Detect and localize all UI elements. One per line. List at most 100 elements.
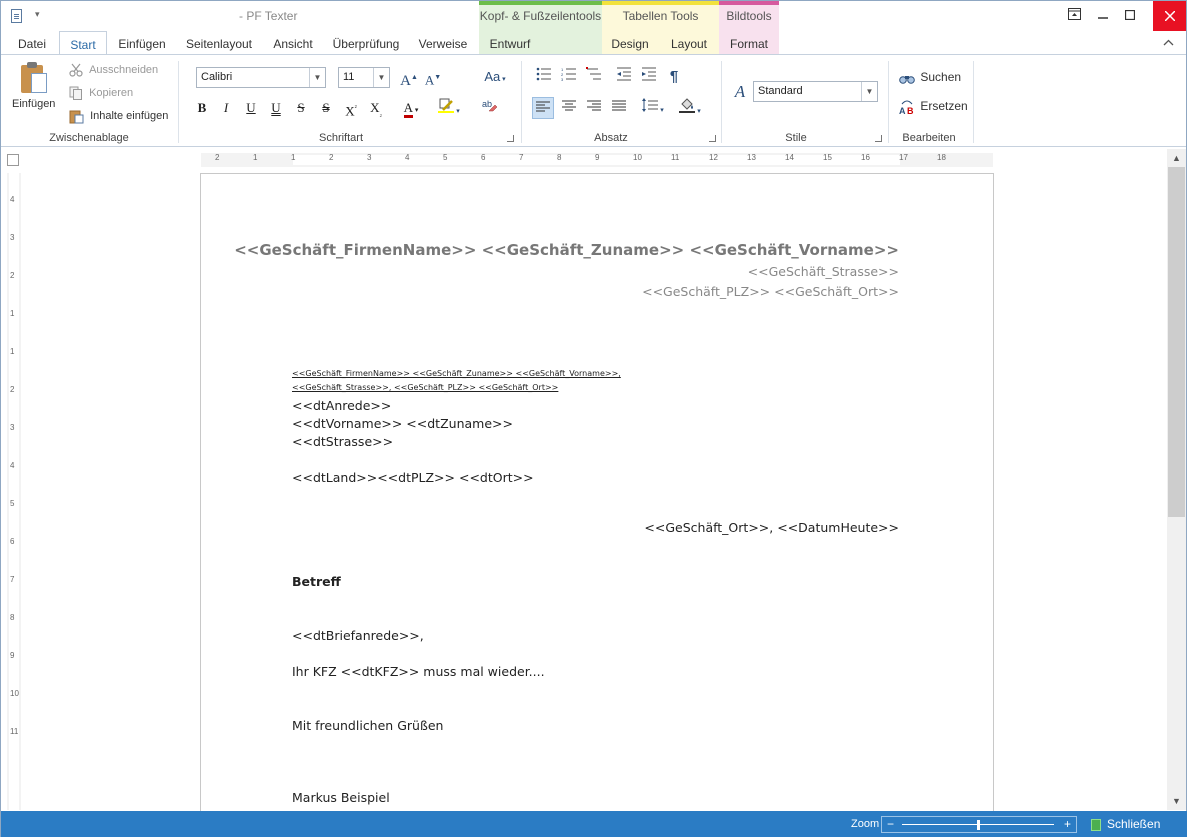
paste-content-button[interactable]: Inhalte einfügen — [69, 109, 168, 124]
ruler-tick-label: 2 — [215, 153, 220, 162]
vertical-scrollbar[interactable]: ▲ ▼ — [1167, 149, 1186, 810]
ribbon-display-options-button[interactable] — [1061, 1, 1088, 31]
zoom-label: Zoom — [851, 818, 880, 830]
underline-button[interactable]: U — [241, 98, 261, 118]
scroll-down-icon[interactable]: ▼ — [1167, 792, 1186, 810]
multilevel-list-icon[interactable] — [583, 66, 605, 88]
align-center-icon[interactable] — [558, 97, 580, 119]
tab-ueberpruefung[interactable]: Überprüfung — [329, 31, 403, 55]
tab-format[interactable]: Format — [721, 31, 777, 55]
tab-verweise[interactable]: Verweise — [413, 31, 473, 55]
maximize-button[interactable] — [1116, 1, 1143, 31]
align-left-icon[interactable] — [532, 97, 554, 119]
zoom-slider-handle[interactable] — [977, 820, 980, 830]
find-label: Suchen — [920, 70, 962, 84]
zoom-slider[interactable]: − + — [881, 816, 1077, 833]
show-formatting-marks-icon[interactable]: ¶ — [663, 66, 685, 88]
numbering-icon[interactable]: 123 — [558, 66, 580, 88]
align-right-icon[interactable] — [583, 97, 605, 119]
font-dialog-launcher-icon[interactable] — [507, 135, 514, 142]
ribbon-display-icon — [1068, 8, 1081, 20]
double-strikethrough-button[interactable]: S — [316, 98, 336, 118]
double-underline-button[interactable]: U — [266, 98, 286, 118]
find-button[interactable]: Suchen — [899, 70, 961, 84]
copy-button[interactable]: Kopieren — [69, 86, 133, 100]
ruler-tick-label: 3 — [367, 153, 372, 162]
styles-group-label: Stile — [785, 132, 807, 144]
styles-dialog-launcher-icon[interactable] — [875, 135, 882, 142]
shading-icon[interactable]: ▾ — [673, 97, 707, 119]
context-group-table-title: Tabellen Tools — [622, 9, 699, 23]
ruler-tick-label: 4 — [10, 195, 15, 204]
subscript-button[interactable]: X₂ — [366, 98, 386, 118]
change-case-icon[interactable]: Aa ▾ — [479, 66, 511, 88]
ruler-tick-label: 7 — [10, 575, 15, 584]
tab-entwurf[interactable]: Entwurf — [479, 31, 541, 55]
sender-street-line: <<GeSchäft_Strasse>> — [747, 264, 899, 279]
tab-selector[interactable] — [7, 154, 19, 166]
decrease-indent-icon[interactable] — [613, 66, 635, 88]
zoom-out-icon[interactable]: − — [887, 817, 894, 832]
minimize-icon — [1097, 17, 1108, 19]
clear-formatting-icon[interactable]: ab — [479, 97, 501, 119]
window-title: - PF Texter — [239, 9, 298, 23]
scroll-up-icon[interactable]: ▲ — [1167, 149, 1186, 167]
quick-access-dropdown-icon[interactable]: ▾ — [35, 9, 40, 20]
shrink-font-icon[interactable]: A▼ — [422, 66, 444, 88]
close-window-button[interactable] — [1153, 1, 1186, 31]
cut-button[interactable]: Ausschneiden — [69, 63, 158, 77]
document-page[interactable]: <<GeSchäft_FirmenName>> <<GeSchäft_Zunam… — [200, 173, 994, 813]
font-size-select[interactable]: 11 ▼ — [338, 67, 390, 88]
paste-button[interactable]: Einfügen — [12, 98, 55, 110]
increase-indent-icon[interactable] — [638, 66, 660, 88]
copy-icon — [69, 86, 82, 100]
date-line: <<GeSchäft_Ort>>, <<DatumHeute>> — [644, 520, 899, 535]
font-family-select[interactable]: Calibri ▼ — [196, 67, 326, 88]
chevron-down-icon: ▼ — [309, 68, 325, 87]
vertical-ruler[interactable]: 4 3 2 1 1 2 3 4 5 6 7 8 9 10 11 — [7, 173, 21, 810]
strikethrough-button[interactable]: S — [291, 98, 311, 118]
replace-label: Ersetzen — [920, 99, 968, 114]
bold-button[interactable]: B — [192, 98, 212, 118]
collapse-ribbon-icon[interactable] — [1163, 35, 1174, 49]
tab-start[interactable]: Start — [59, 31, 107, 56]
chevron-down-icon: ▼ — [373, 68, 389, 87]
justify-icon[interactable] — [608, 97, 630, 119]
scissors-icon — [69, 63, 83, 77]
tab-design[interactable]: Design — [605, 31, 655, 55]
horizontal-ruler[interactable]: 2 1 1 2 3 4 5 6 7 8 9 10 11 12 13 14 15 16 17 18 — [201, 153, 993, 167]
ruler-tick-label: 9 — [595, 153, 600, 162]
scrollbar-thumb[interactable] — [1168, 167, 1185, 517]
body-line: Ihr KFZ <<dtKFZ>> muss mal wieder.... — [292, 664, 545, 679]
minimize-button[interactable] — [1089, 1, 1116, 31]
grow-font-icon[interactable]: A▲ — [398, 66, 420, 89]
sender-city-line: <<GeSchäft_PLZ>> <<GeSchäft_Ort>> — [642, 284, 899, 299]
ruler-tick-label: 17 — [899, 153, 908, 162]
paragraph-group-label: Absatz — [594, 132, 628, 144]
ruler-tick-label: 8 — [557, 153, 562, 162]
superscript-button[interactable]: X² — [341, 98, 361, 118]
recipient-salutation: <<dtAnrede>> — [292, 398, 392, 413]
tab-seitenlayout[interactable]: Seitenlayout — [181, 31, 257, 55]
ruler-tick-label: 11 — [10, 727, 19, 736]
font-color-button[interactable]: A ▾ — [395, 98, 427, 118]
style-select[interactable]: Standard ▼ — [753, 81, 878, 102]
italic-button[interactable]: I — [216, 98, 236, 118]
close-document-button[interactable]: Schließen — [1091, 817, 1160, 831]
zoom-in-icon[interactable]: + — [1064, 817, 1071, 832]
paste-icon[interactable] — [21, 61, 47, 93]
ruler-tick-label: 2 — [10, 271, 15, 280]
tab-einfuegen[interactable]: Einfügen — [113, 31, 171, 55]
replace-button[interactable]: AB Ersetzen — [899, 99, 968, 115]
highlight-color-icon[interactable]: ▾ — [433, 97, 465, 119]
ruler-tick-label: 14 — [785, 153, 794, 162]
ruler-tick-label: 5 — [10, 499, 15, 508]
tab-layout[interactable]: Layout — [663, 31, 715, 55]
bullets-icon[interactable] — [533, 66, 555, 88]
line-spacing-icon[interactable]: ▾ — [637, 97, 669, 119]
paragraph-dialog-launcher-icon[interactable] — [709, 135, 716, 142]
context-group-header-footer-title: Kopf- & Fußzeilentools — [479, 9, 602, 23]
tab-ansicht[interactable]: Ansicht — [267, 31, 319, 55]
return-address-line-2: <<GeSchäft_Strasse>>, <<GeSchäft_PLZ>> <… — [292, 383, 559, 392]
tab-datei[interactable]: Datei — [11, 31, 53, 55]
